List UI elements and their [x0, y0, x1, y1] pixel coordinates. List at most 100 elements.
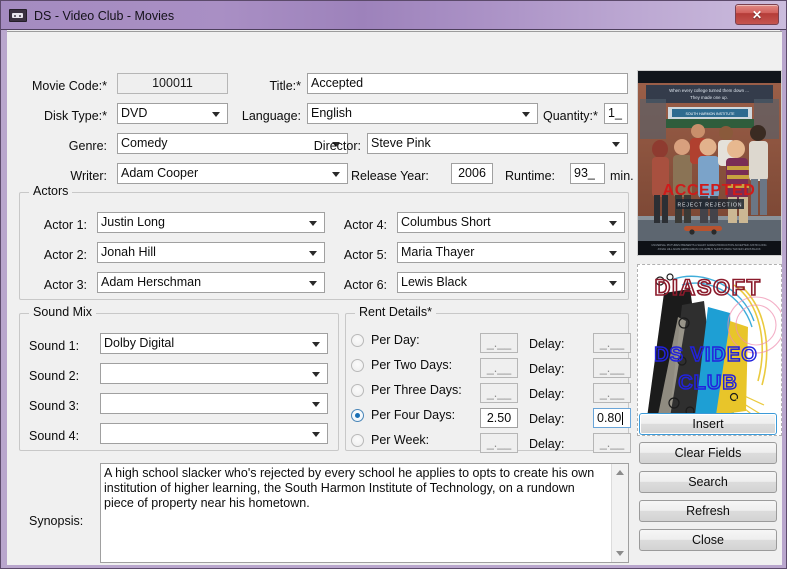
rent-delay-per-four-days[interactable]: 0.80	[593, 408, 631, 428]
language-value: English	[311, 106, 352, 121]
chevron-down-icon	[309, 280, 317, 286]
rent-option-per-three-days[interactable]: Per Three Days:	[351, 384, 462, 397]
quantity-label: Quantity:*	[543, 109, 598, 123]
radio-icon	[351, 334, 364, 347]
rent-price-per-two-days[interactable]: _.__	[480, 358, 518, 378]
radio-icon	[351, 434, 364, 447]
sound-2-combo[interactable]	[100, 363, 328, 384]
radio-icon	[351, 384, 364, 397]
runtime-label: Runtime:	[505, 169, 556, 183]
scroll-up-icon[interactable]	[616, 470, 624, 475]
actor-3-label: Actor 3:	[43, 278, 87, 292]
scroll-down-icon[interactable]	[616, 551, 624, 556]
sound-4-combo[interactable]	[100, 423, 328, 444]
actors-group-caption: Actors	[29, 185, 73, 198]
synopsis-scrollbar[interactable]	[611, 464, 628, 562]
svg-text:SOUTH HARMON INSTITUTE: SOUTH HARMON INSTITUTE	[685, 112, 735, 116]
sound-1-value: Dolby Digital	[104, 336, 175, 351]
rent-price-per-four-days[interactable]: 2.50	[480, 408, 518, 428]
movie-form-window: DS - Video Club - Movies ✕ Movie Code:* …	[0, 0, 787, 569]
release-year-field[interactable]: 2006	[451, 163, 493, 184]
language-combo[interactable]: English	[307, 103, 538, 124]
insert-button[interactable]: Insert	[639, 413, 777, 435]
actor-1-combo[interactable]: Justin Long	[97, 212, 325, 233]
actor-5-combo[interactable]: Maria Thayer	[397, 242, 625, 263]
rent-price-per-three-days[interactable]: _.__	[480, 383, 518, 403]
actor-2-value: Jonah Hill	[101, 245, 156, 260]
title-field[interactable]: Accepted	[307, 73, 628, 94]
director-combo[interactable]: Steve Pink	[367, 133, 628, 154]
actor-6-combo[interactable]: Lewis Black	[397, 272, 625, 293]
actor-6-label: Actor 6:	[343, 278, 387, 292]
svg-text:UNIVERSAL PICTURES PRESENTS A: UNIVERSAL PICTURES PRESENTS A SHADY ACRE…	[651, 243, 766, 247]
rent-option-per-four-days[interactable]: Per Four Days:	[351, 409, 455, 422]
rent-delay-per-day[interactable]: _.__	[593, 333, 631, 353]
actor-4-value: Columbus Short	[401, 215, 491, 230]
sound-4-label: Sound 4:	[29, 429, 80, 443]
rent-delay-label-4: Delay:	[529, 412, 565, 426]
rent-delay-per-two-days[interactable]: _.__	[593, 358, 631, 378]
rent-details-group-caption: Rent Details*	[355, 306, 436, 319]
synopsis-text: A high school slacker who's rejected by …	[104, 466, 595, 510]
sound-3-label: Sound 3:	[29, 399, 80, 413]
close-action-button[interactable]: Close	[639, 529, 777, 551]
rent-delay-per-three-days[interactable]: _.__	[593, 383, 631, 403]
chevron-down-icon	[522, 111, 530, 117]
actor-2-label: Actor 2:	[43, 248, 87, 262]
form-client-area: Movie Code:* 100011 Title:* Accepted Dis…	[7, 31, 782, 565]
svg-text:When every college turned them: When every college turned them down ...	[669, 88, 749, 93]
window-title: DS - Video Club - Movies	[34, 8, 175, 23]
language-label: Language:	[241, 109, 301, 123]
text-caret	[622, 411, 624, 425]
chevron-down-icon	[309, 220, 317, 226]
rent-option-per-four-days-label: Per Four Days:	[371, 408, 456, 423]
chevron-down-icon	[609, 220, 617, 226]
rent-option-per-week[interactable]: Per Week:	[351, 434, 429, 447]
rent-price-per-day[interactable]: _.__	[480, 333, 518, 353]
rent-option-per-two-days[interactable]: Per Two Days:	[351, 359, 452, 372]
actor-2-combo[interactable]: Jonah Hill	[97, 242, 325, 263]
logo-artwork: DIASOFT DS VIDEO CLUB	[638, 265, 781, 435]
sound-1-combo[interactable]: Dolby Digital	[100, 333, 328, 354]
genre-value: Comedy	[121, 136, 168, 151]
svg-text:ACCEPTED: ACCEPTED	[663, 182, 756, 199]
chevron-down-icon	[609, 280, 617, 286]
sound-3-combo[interactable]	[100, 393, 328, 414]
clear-fields-button[interactable]: Clear Fields	[639, 442, 777, 464]
refresh-button[interactable]: Refresh	[639, 500, 777, 522]
synopsis-textarea[interactable]: A high school slacker who's rejected by …	[100, 463, 629, 563]
radio-icon	[351, 359, 364, 372]
close-button[interactable]: ✕	[735, 4, 779, 25]
title-bar: DS - Video Club - Movies ✕	[1, 1, 786, 30]
runtime-unit-label: min.	[610, 169, 634, 183]
actor-6-value: Lewis Black	[401, 275, 467, 290]
runtime-field[interactable]: 93_	[570, 163, 605, 184]
actor-3-combo[interactable]: Adam Herschman	[97, 272, 325, 293]
rent-delay-label-5: Delay:	[529, 437, 565, 451]
director-value: Steve Pink	[371, 136, 431, 151]
close-icon: ✕	[751, 7, 763, 22]
chevron-down-icon	[612, 141, 620, 147]
rent-delay-per-week[interactable]: _.__	[593, 433, 631, 453]
writer-combo[interactable]: Adam Cooper	[117, 163, 348, 184]
rent-delay-label-2: Delay:	[529, 362, 565, 376]
search-button[interactable]: Search	[639, 471, 777, 493]
director-label: Director:	[313, 139, 361, 153]
chevron-down-icon	[312, 431, 320, 437]
rent-price-per-week[interactable]: _.__	[480, 433, 518, 453]
rent-option-per-day[interactable]: Per Day:	[351, 334, 420, 347]
vhs-cassette-icon	[9, 9, 27, 22]
chevron-down-icon	[312, 371, 320, 377]
rent-option-per-three-days-label: Per Three Days:	[371, 383, 462, 398]
poster-artwork: When every college turned them down ... …	[638, 71, 781, 255]
svg-text:They made one up.: They made one up.	[690, 95, 728, 100]
sound-mix-group-caption: Sound Mix	[29, 306, 97, 319]
synopsis-label: Synopsis:	[29, 514, 84, 528]
chevron-down-icon	[309, 250, 317, 256]
disk-type-value: DVD	[121, 106, 148, 121]
actor-4-combo[interactable]: Columbus Short	[397, 212, 625, 233]
rent-option-per-two-days-label: Per Two Days:	[371, 358, 453, 373]
movie-code-label: Movie Code:*	[31, 79, 107, 93]
chevron-down-icon	[609, 250, 617, 256]
quantity-field[interactable]: 1_	[604, 103, 628, 124]
